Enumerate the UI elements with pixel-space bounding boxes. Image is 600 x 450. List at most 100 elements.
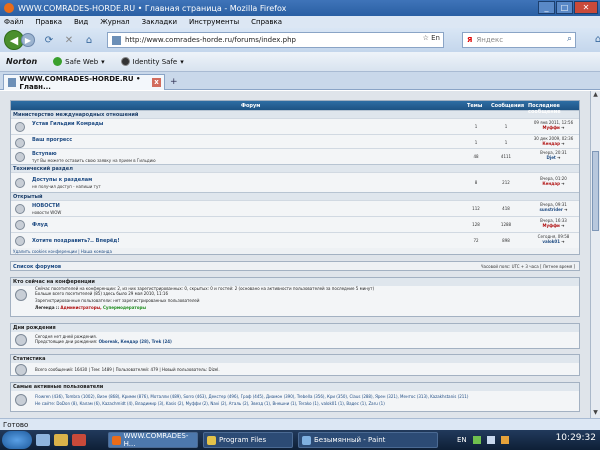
clock[interactable]: 10:29:32 bbox=[556, 433, 596, 443]
stats-header: Статистика bbox=[11, 355, 579, 363]
page-scrollbar[interactable]: ▲ ▼ bbox=[590, 91, 600, 418]
task-paint[interactable]: Безымянный - Paint bbox=[298, 432, 438, 448]
section-header: Технический раздел bbox=[11, 164, 579, 172]
legend-admins[interactable]: Администраторы, bbox=[60, 305, 101, 310]
tab-forum[interactable]: WWW.COMRADES-HORDE.RU • Главн... x bbox=[3, 74, 165, 91]
tray-volume-icon[interactable] bbox=[486, 436, 495, 444]
last-post-user[interactable]: Муффи bbox=[543, 125, 560, 130]
birthdays-upcoming-label: Предстоящие дни рождения: bbox=[35, 339, 98, 344]
search-input[interactable]: Я Яндекс ⌕ bbox=[462, 32, 576, 48]
go-to-post-icon[interactable]: ➔ bbox=[561, 181, 564, 186]
norton-logo[interactable]: Norton bbox=[6, 57, 37, 66]
menu-help[interactable]: Справка bbox=[251, 18, 282, 26]
forum-title-link[interactable]: Доступы к разделам bbox=[32, 177, 92, 183]
menu-edit[interactable]: Правка bbox=[35, 18, 62, 26]
stop-icon[interactable]: ✕ bbox=[63, 34, 75, 46]
active-users-list[interactable]: Flowren (436), Tombra (1002), Виэн (868)… bbox=[35, 394, 579, 399]
status-text: Готово bbox=[3, 421, 29, 429]
menu-file[interactable]: Файл bbox=[4, 18, 23, 26]
forum-row[interactable]: НОВОСТИ новости WOW 112 418 Вчера, 09:31… bbox=[11, 200, 579, 216]
close-tab-icon[interactable]: x bbox=[152, 78, 161, 87]
active-users-header: Самые активные пользователи bbox=[11, 383, 579, 391]
home-icon[interactable]: ⌂ bbox=[83, 34, 95, 46]
yandex-logo-icon: Я bbox=[467, 36, 473, 44]
quicklaunch-icon[interactable] bbox=[54, 434, 68, 446]
forum-row[interactable]: Вступаю тут Вы можете оставить свою заяв… bbox=[11, 148, 579, 164]
safe-web-button[interactable]: Safe Web ▾ bbox=[53, 57, 105, 66]
scroll-up-icon[interactable]: ▲ bbox=[591, 91, 600, 100]
menu-tools[interactable]: Инструменты bbox=[189, 18, 239, 26]
go-to-post-icon[interactable]: ➔ bbox=[557, 155, 560, 160]
forum-title-link[interactable]: Ваш прогресс bbox=[32, 137, 72, 143]
chevron-down-icon: ▾ bbox=[101, 57, 105, 66]
last-post-user[interactable]: Djet bbox=[547, 155, 556, 160]
forum-title-link[interactable]: Вступаю bbox=[32, 151, 57, 157]
forum-messages-count: 212 bbox=[502, 180, 510, 185]
last-post-user[interactable]: Муффи bbox=[543, 223, 560, 228]
url-text: http://www.comrades-horde.ru/forums/inde… bbox=[125, 36, 296, 44]
forward-button[interactable]: ▶ bbox=[21, 33, 35, 47]
forum-row[interactable]: Хотите поздравить?.. Вперёд! 72 898 Сего… bbox=[11, 232, 579, 248]
scrollbar-thumb[interactable] bbox=[592, 151, 599, 231]
quicklaunch-icon[interactable] bbox=[72, 434, 86, 446]
close-window-button[interactable]: ✕ bbox=[574, 1, 598, 14]
menu-bookmarks[interactable]: Закладки bbox=[142, 18, 177, 26]
search-icon[interactable]: ⌕ bbox=[567, 34, 572, 44]
last-post-user[interactable]: Кендар bbox=[542, 141, 560, 146]
forum-table: Форум Темы Сообщения Последнее сообщение… bbox=[10, 100, 580, 255]
task-explorer[interactable]: Program Files bbox=[203, 432, 293, 448]
forum-title-link[interactable]: Устав Гильдии Комрады bbox=[32, 121, 103, 127]
reload-icon[interactable]: ⟳ bbox=[43, 34, 55, 46]
menu-history[interactable]: Журнал bbox=[100, 18, 129, 26]
forum-title-link[interactable]: Хотите поздравить?.. Вперёд! bbox=[32, 238, 120, 244]
forum-messages-count: 1 bbox=[504, 140, 508, 145]
stats-icon bbox=[15, 364, 27, 376]
go-to-post-icon[interactable]: ➔ bbox=[561, 125, 564, 130]
forum-row[interactable]: Ваш прогресс 1 1 30 дек 2009, 02:36 Кенда… bbox=[11, 134, 579, 148]
forum-row[interactable]: Устав Гильдии Комрады 1 1 09 янв 2011, 1… bbox=[11, 118, 579, 134]
identity-safe-label: Identity Safe bbox=[132, 57, 178, 66]
header-topics: Темы bbox=[467, 103, 483, 109]
maximize-button[interactable]: □ bbox=[556, 1, 573, 14]
paint-icon bbox=[302, 435, 311, 445]
go-to-post-icon[interactable]: ➔ bbox=[561, 223, 564, 228]
forum-bottom-links[interactable]: Удалить cookies конференции | Наша коман… bbox=[11, 248, 579, 254]
forum-row[interactable]: Флуд 128 1288 Вчера, 16:33 Муффи ➔ bbox=[11, 216, 579, 232]
norton-toolbar: Norton Safe Web ▾ Identity Safe ▾ bbox=[0, 52, 600, 72]
menu-view[interactable]: Вид bbox=[74, 18, 88, 26]
tray-app-icon[interactable] bbox=[500, 436, 509, 444]
go-to-post-icon[interactable]: ➔ bbox=[561, 141, 564, 146]
forum-title-link[interactable]: Флуд bbox=[32, 222, 48, 228]
home-icon-right[interactable]: ⌂ bbox=[592, 33, 600, 45]
go-to-post-icon[interactable]: ➔ bbox=[561, 239, 564, 244]
legend-supermods[interactable]: Супермодераторы bbox=[103, 305, 146, 310]
new-tab-button[interactable]: + bbox=[170, 77, 178, 87]
last-post-user[interactable]: sunstrider bbox=[540, 207, 563, 212]
tray-network-icon[interactable] bbox=[472, 436, 481, 444]
online-body: Сейчас посетителей на конференции: 2, из… bbox=[11, 286, 579, 310]
forum-description: тут Вы можете оставить свою заявку на пр… bbox=[32, 158, 156, 163]
birthdays-body: Сегодня нет дней рождения. Предстоящие д… bbox=[11, 332, 579, 346]
quicklaunch-icon[interactable] bbox=[36, 434, 50, 446]
identity-safe-icon bbox=[120, 57, 130, 66]
url-bar-actions[interactable]: ☆ En bbox=[423, 34, 440, 42]
scroll-down-icon[interactable]: ▼ bbox=[591, 409, 600, 418]
forum-row[interactable]: Доступы к разделам не получил доступ - н… bbox=[11, 172, 579, 192]
start-button[interactable] bbox=[2, 431, 32, 449]
forum-title-link[interactable]: НОВОСТИ bbox=[32, 203, 60, 209]
forum-list-link[interactable]: Список форумов bbox=[13, 264, 61, 270]
birthday-names[interactable]: Oboreak, Кендар (28), Trek (24) bbox=[99, 339, 172, 344]
forum-status-icon bbox=[15, 138, 25, 148]
language-indicator[interactable]: EN bbox=[457, 436, 467, 444]
minimize-button[interactable]: _ bbox=[538, 1, 555, 14]
active-users-list-2[interactable]: Не сайте: DoDon (8), Калам (6), Kazachmi… bbox=[35, 401, 579, 406]
last-post-user[interactable]: valok01 bbox=[542, 239, 560, 244]
forum-last-post: Сегодня, 09:58 valok01 ➔ bbox=[526, 234, 581, 244]
identity-safe-button[interactable]: Identity Safe ▾ bbox=[120, 57, 184, 66]
go-to-post-icon[interactable]: ➔ bbox=[564, 207, 567, 212]
task-firefox[interactable]: WWW.COMRADES-H... bbox=[108, 432, 198, 448]
address-bar[interactable]: http://www.comrades-horde.ru/forums/inde… bbox=[107, 32, 444, 48]
menu-bar: Файл Правка Вид Журнал Закладки Инструме… bbox=[0, 16, 600, 28]
active-users-panel: Самые активные пользователи Flowren (436… bbox=[10, 382, 580, 412]
last-post-user[interactable]: Кендар bbox=[542, 181, 560, 186]
